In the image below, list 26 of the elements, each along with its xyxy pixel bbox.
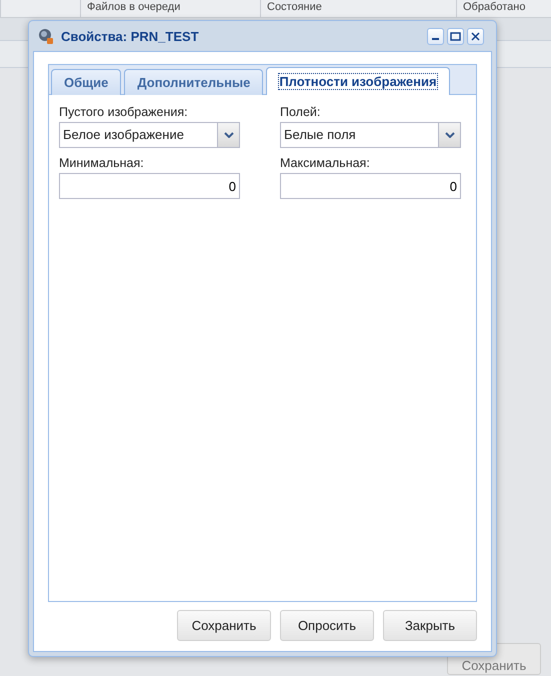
field-label: Пустого изображения: <box>59 105 189 119</box>
number-field[interactable]: 0 <box>59 173 240 199</box>
dropdown-field[interactable]: Белые поля <box>280 122 461 148</box>
number-field[interactable]: 0 <box>280 173 461 199</box>
column-header: Файлов в очереди <box>80 0 260 17</box>
field-label: Максимальная: <box>280 156 371 170</box>
minimize-icon <box>432 38 439 40</box>
tab[interactable]: Дополнительные <box>124 69 264 95</box>
dialog-button[interactable]: Опросить <box>280 610 374 641</box>
chevron-down-icon <box>224 132 234 138</box>
field-label: Полей: <box>280 105 322 119</box>
column-header: Обработано <box>456 0 551 17</box>
tab[interactable]: Плотности изображения <box>266 67 450 95</box>
close-icon <box>471 32 480 40</box>
dropdown-field[interactable]: Белое изображение <box>59 122 240 148</box>
dialog-button[interactable]: Закрыть <box>383 610 477 641</box>
maximize-icon <box>450 32 461 40</box>
chevron-down-icon <box>444 132 454 138</box>
close-button[interactable] <box>467 28 484 44</box>
dialog-button[interactable]: Сохранить <box>177 610 271 641</box>
minimize-button[interactable] <box>427 28 444 44</box>
tab[interactable]: Общие <box>51 69 122 95</box>
field-label: Минимальная: <box>59 156 145 170</box>
column-header: Состояние <box>260 0 456 17</box>
maximize-button[interactable] <box>447 28 464 44</box>
window-title: Свойства: PRN_TEST <box>61 28 200 44</box>
